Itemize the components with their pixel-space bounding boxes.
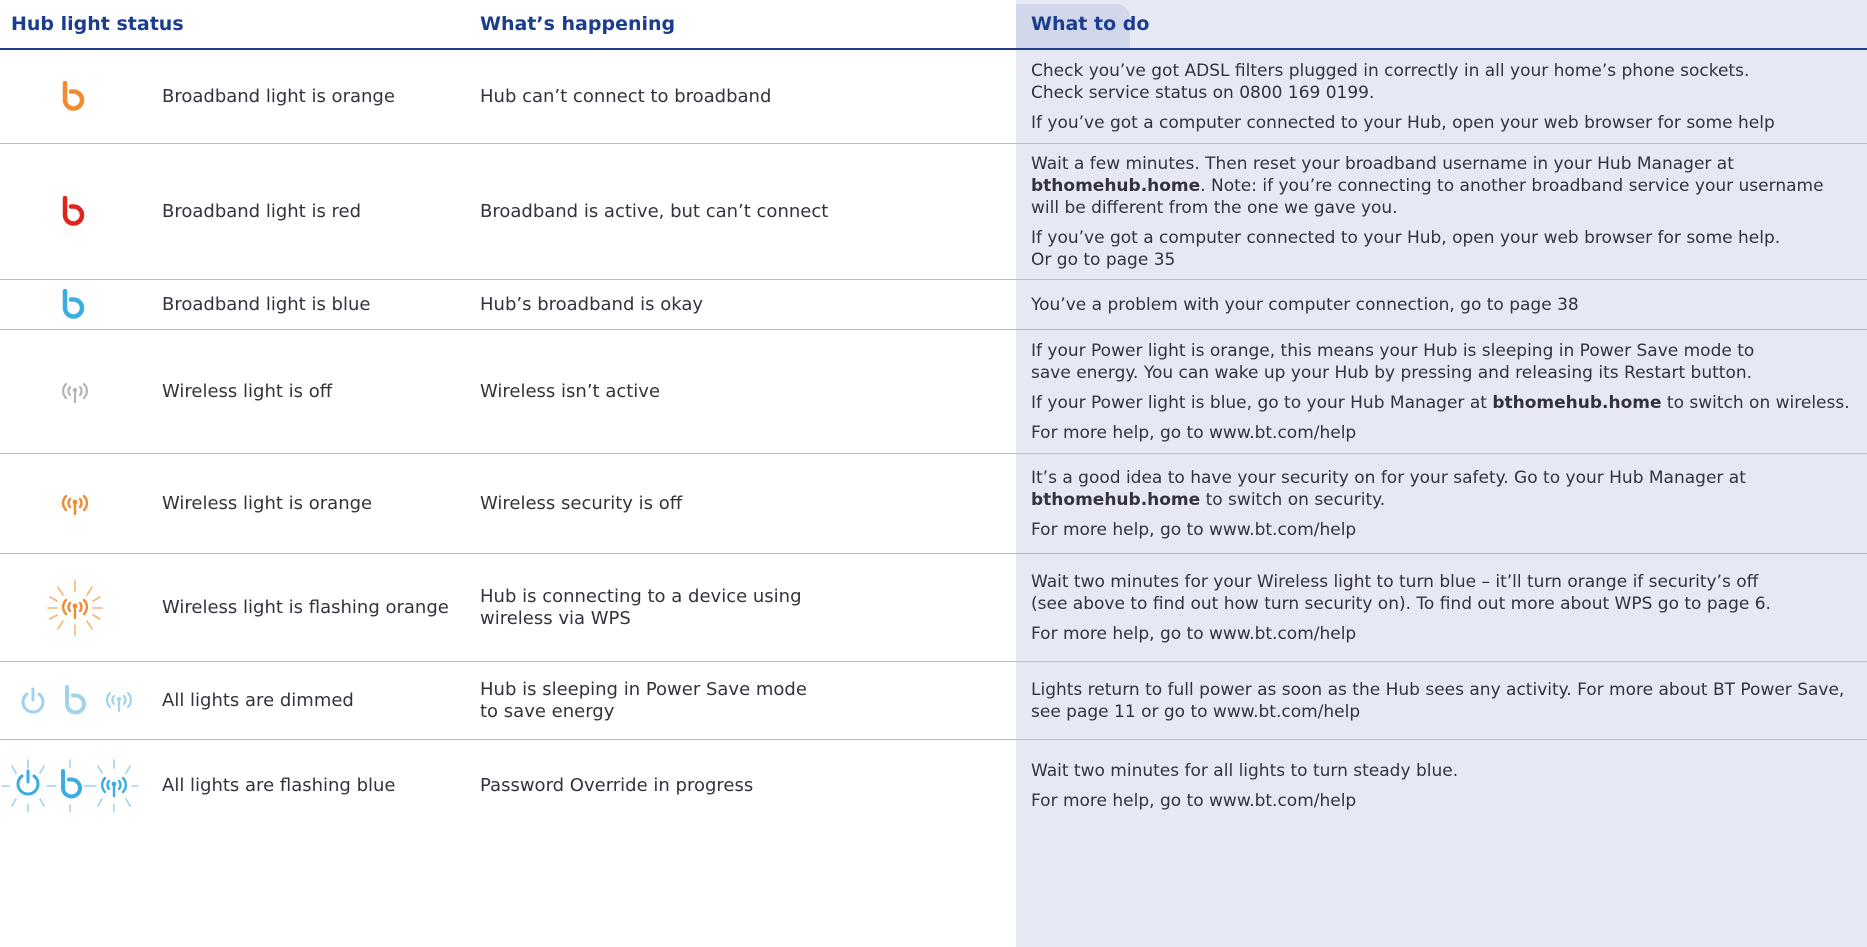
happening-text: Hub can’t connect to broadband (480, 86, 772, 107)
todo-line: to switch on wireless. (1661, 393, 1850, 413)
happening-line: to save energy (480, 701, 615, 722)
broadband-icon (60, 50, 88, 144)
power-icon (18, 662, 48, 740)
todo-line: It’s a good idea to have your security o… (1031, 468, 1746, 488)
todo-text: Wait two minutes for all lights to turn … (1031, 740, 1866, 832)
todo-line: . Note: if you’re connecting to another … (1200, 176, 1824, 196)
status-text: Wireless light is orange (162, 493, 373, 514)
status-text: All lights are dimmed (162, 690, 354, 711)
header-hub-light-status: Hub light status (11, 13, 184, 35)
todo-line: If you’ve got a computer connected to yo… (1031, 113, 1775, 133)
header-whats-happening: What’s happening (480, 13, 676, 35)
happening-line: wireless via WPS (480, 608, 631, 629)
todo-line: Wait a few minutes. Then reset your broa… (1031, 154, 1734, 174)
todo-line: will be different from the one we gave y… (1031, 198, 1398, 218)
restart-button-label: Restart (1624, 363, 1686, 383)
happening-line: Hub is connecting to a device using (480, 586, 802, 607)
broadband-icon (60, 280, 88, 330)
table-row: Wireless light is orange Wireless securi… (0, 454, 1867, 554)
status-text: Broadband light is red (162, 201, 362, 222)
todo-line: to switch on security. (1200, 490, 1386, 510)
happening-line: Hub is sleeping in Power Save mode (480, 679, 807, 700)
todo-line: Wait two minutes for all lights to turn … (1031, 761, 1459, 781)
status-text: Broadband light is orange (162, 86, 395, 107)
todo-line: If your Power light is orange, this mean… (1031, 341, 1755, 361)
todo-line: Lights return to full power as soon as t… (1031, 680, 1845, 700)
status-text: Broadband light is blue (162, 294, 371, 315)
todo-text: If your Power light is orange, this mean… (1031, 330, 1866, 454)
todo-line: save energy. You can wake up your Hub by… (1031, 363, 1625, 383)
wireless-flashing-icon (44, 554, 106, 662)
wireless-flashing-icon (88, 740, 140, 832)
todo-line: Or go to page 35 (1031, 250, 1176, 270)
todo-text: It’s a good idea to have your security o… (1031, 454, 1866, 554)
header-what-to-do: What to do (1031, 13, 1150, 35)
todo-line: If your Power light is blue, go to your … (1031, 393, 1493, 413)
happening-text: Password Override in progress (480, 775, 754, 796)
hub-manager-address: bthomehub.home (1492, 393, 1662, 413)
happening-text: Hub’s broadband is okay (480, 294, 704, 315)
happening-text: Wireless security is off (480, 493, 683, 514)
broadband-icon (62, 662, 90, 740)
happening-text: Hub is sleeping in Power Save mode to sav… (480, 662, 1000, 740)
more-help-line: For more help, go to www.bt.com/help (1031, 624, 1357, 644)
happening-text: Wireless isn’t active (480, 381, 661, 402)
status-text: All lights are flashing blue (162, 775, 396, 796)
happening-text: Hub is connecting to a device using wirel… (480, 554, 1000, 662)
table-row: Wireless light is flashing orange Hub is… (0, 554, 1867, 662)
wireless-icon (58, 454, 92, 554)
row-icon-area: All lights are flashing blue Password Ov… (0, 740, 1016, 832)
todo-line: see page 11 or go to www.bt.com/help (1031, 702, 1361, 722)
todo-text: You’ve a problem with your computer conn… (1031, 280, 1866, 330)
wireless-icon (58, 330, 92, 454)
todo-line: If you’ve got a computer connected to yo… (1031, 228, 1781, 248)
todo-text: Check you’ve got ADSL filters plugged in… (1031, 50, 1866, 144)
todo-line: Wait two minutes for your Wireless light… (1031, 572, 1759, 592)
table-row: All lights are flashing blue Password Ov… (0, 740, 1867, 947)
wireless-icon (102, 662, 136, 740)
table-row: Broadband light is orange Hub can’t conn… (0, 50, 1867, 144)
table-row: Wireless light is off Wireless isn’t act… (0, 330, 1867, 454)
todo-line: button. (1685, 363, 1753, 383)
todo-text: Wait two minutes for your Wireless light… (1031, 554, 1866, 662)
table-row: Broadband light is blue Hub’s broadband … (0, 280, 1867, 330)
todo-line: (see above to find out how turn security… (1031, 594, 1771, 614)
hub-manager-address: bthomehub.home (1031, 176, 1201, 196)
todo-line: Check service status on 0800 169 0199. (1031, 83, 1375, 103)
broadband-flashing-icon (48, 740, 92, 832)
more-help-line: For more help, go to www.bt.com/help (1031, 791, 1357, 811)
more-help-line: For more help, go to www.bt.com/help (1031, 423, 1357, 443)
todo-line: You’ve a problem with your computer conn… (1031, 295, 1579, 315)
todo-line: Check you’ve got ADSL filters plugged in… (1031, 61, 1750, 81)
happening-text: Broadband is active, but can’t connect (480, 201, 829, 222)
status-text: Wireless light is flashing orange (162, 597, 449, 618)
table-row: All lights are dimmed Hub is sleeping in… (0, 662, 1867, 740)
table-row: Broadband light is red Broadband is acti… (0, 144, 1867, 280)
broadband-icon (60, 144, 88, 280)
todo-text: Lights return to full power as soon as t… (1031, 662, 1866, 740)
todo-text: Wait a few minutes. Then reset your broa… (1031, 144, 1866, 280)
more-help-line: For more help, go to www.bt.com/help (1031, 520, 1357, 540)
hub-manager-address: bthomehub.home (1031, 490, 1201, 510)
status-text: Wireless light is off (162, 381, 333, 402)
